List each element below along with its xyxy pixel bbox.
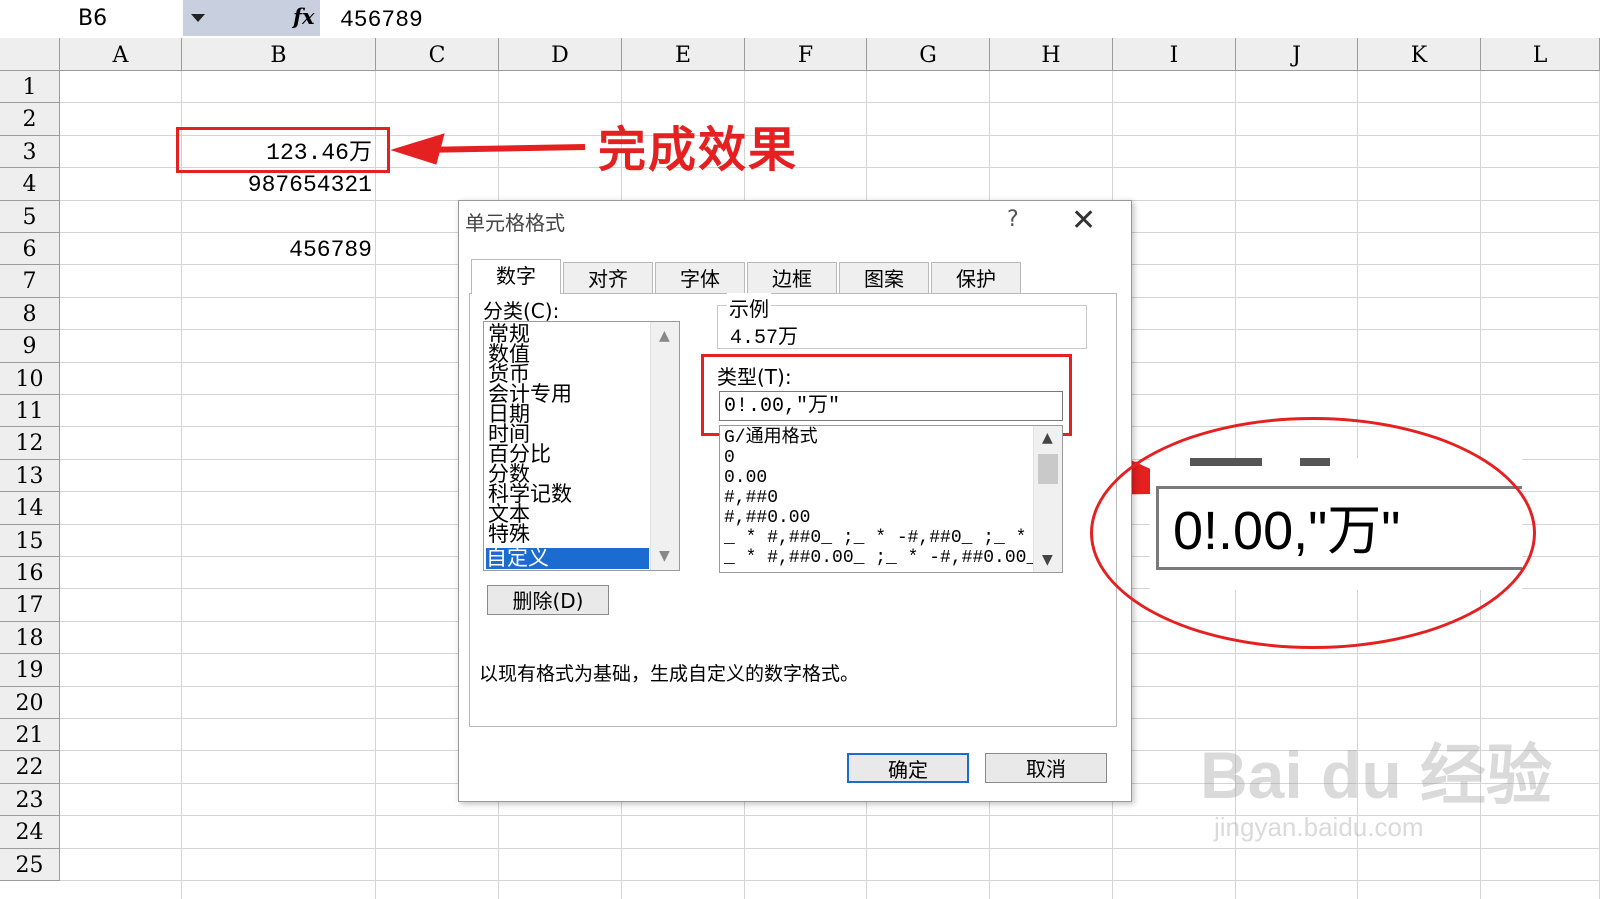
sample-label: 示例 [727,293,771,322]
tab-font[interactable]: 字体 [655,262,745,293]
sample-value: 4.57万 [730,327,799,350]
list-item[interactable]: _ * #,##0_ ;_ * -#,##0_ ;_ * " [724,528,1048,548]
list-item[interactable]: 0 [724,448,735,468]
list-item[interactable]: #,##0 [724,488,778,508]
tab-number[interactable]: 数字 [471,259,561,294]
list-item[interactable]: 0.00 [724,468,767,488]
help-icon[interactable]: ? [1007,207,1019,232]
format-cells-dialog: 单元格格式 ? ✕ 数字 对齐 字体 边框 图案 保护 分类(C): 常规 数值… [458,200,1132,802]
category-list[interactable]: 常规 数值 货币 会计专用 日期 时间 百分比 分数 科学记数 文本 特殊 自定… [483,321,680,571]
list-item[interactable]: #,##0.00 [724,508,810,528]
list-item[interactable]: 特殊 [488,524,530,545]
watermark-url: jingyan.baidu.com [1214,812,1424,842]
zoom-circle [1090,417,1536,649]
chevron-down-icon[interactable]: ▼ [1042,552,1053,568]
ok-button[interactable]: 确定 [847,753,969,783]
arrow-to-result [419,144,586,153]
arrow-head-result [390,133,445,165]
description-text: 以现有格式为基础，生成自定义的数字格式。 [479,663,860,685]
category-label: 分类(C): [483,299,560,323]
watermark-logo: Bai du 经验 [1200,738,1553,812]
chevron-down-icon[interactable]: ▼ [659,548,670,564]
list-item[interactable]: _ * #,##0.00_ ;_ * -#,##0.00_ [724,548,1037,568]
format-list[interactable]: G/通用格式 0 0.00 #,##0 #,##0.00 _ * #,##0_ … [719,425,1063,573]
dialog-tabs: 数字 对齐 字体 边框 图案 保护 [471,259,1021,294]
type-label: 类型(T): [717,365,792,389]
cancel-button[interactable]: 取消 [985,753,1107,783]
format-scrollbar[interactable]: ▲ ▼ [1033,426,1062,572]
dialog-title: 单元格格式 [465,211,565,235]
tab-protection[interactable]: 保护 [931,262,1021,293]
chevron-up-icon[interactable]: ▲ [1042,430,1053,446]
scroll-thumb[interactable] [1038,454,1058,484]
list-item-selected[interactable]: 自定义 [486,548,649,569]
type-input[interactable]: 0!.00,"万" [719,391,1063,421]
chevron-up-icon[interactable]: ▲ [659,328,670,344]
close-icon[interactable]: ✕ [1071,203,1096,238]
category-scrollbar[interactable]: ▲ ▼ [650,322,679,570]
tab-patterns[interactable]: 图案 [839,262,929,293]
list-item[interactable]: G/通用格式 [724,428,818,448]
tab-alignment[interactable]: 对齐 [563,262,653,293]
sample-box: 4.57万 [717,305,1087,350]
delete-button[interactable]: 删除(D) [487,585,609,615]
tab-border[interactable]: 边框 [747,262,837,293]
